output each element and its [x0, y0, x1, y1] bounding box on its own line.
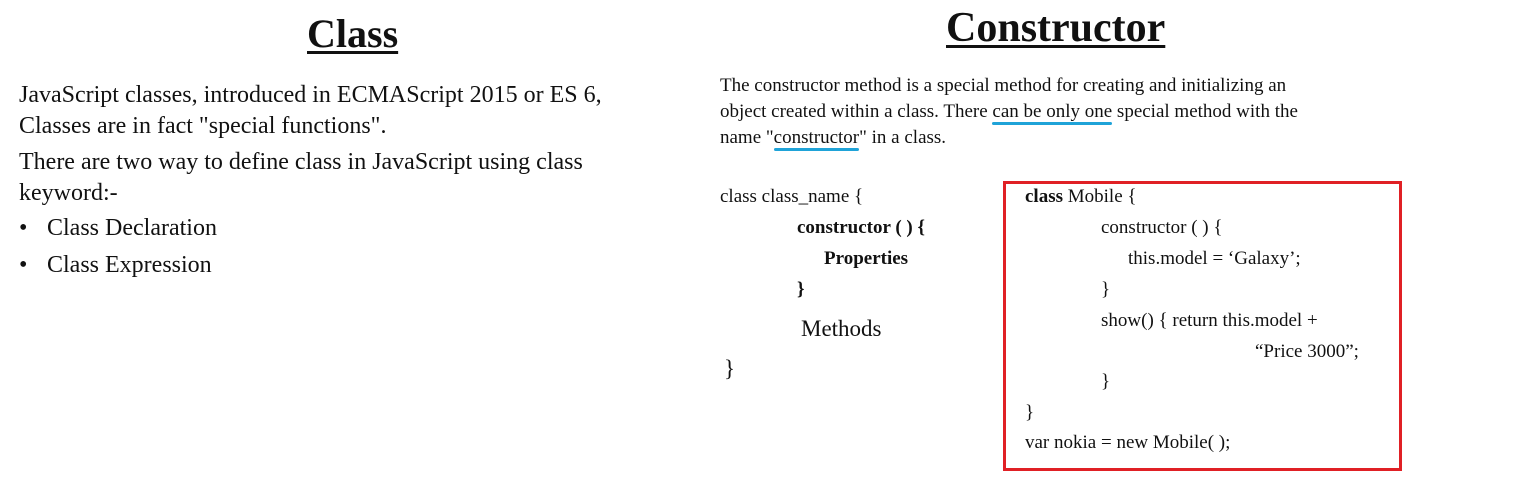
syntax-line-close-constructor: }	[797, 279, 805, 300]
highlight-constructor: constructor	[773, 127, 860, 148]
desc-text: name "	[720, 127, 774, 148]
constructor-desc-line-2: object created within a class. There can…	[720, 99, 1298, 125]
desc-text: " in a class.	[859, 127, 947, 148]
code-line-this-model: this.model = ‘Galaxy’;	[1128, 248, 1301, 269]
class-intro-line-1: JavaScript classes, introduced in ECMASc…	[19, 82, 602, 108]
code-line-price: “Price 3000”;	[1255, 341, 1359, 362]
bullet-icon: •	[19, 215, 28, 241]
bullet-icon: •	[19, 252, 28, 278]
code-line-close-constructor: }	[1101, 279, 1111, 300]
syntax-line-constructor: constructor ( ) {	[797, 217, 925, 238]
constructor-desc-line-3: name "constructor" in a class.	[720, 125, 946, 151]
desc-text: object created within a class. There	[720, 101, 993, 122]
code-line-constructor: constructor ( ) {	[1101, 217, 1223, 238]
syntax-line-class: class class_name {	[720, 186, 864, 207]
code-text: Mobile {	[1063, 186, 1137, 207]
class-intro-line-2: Classes are in fact "special functions".	[19, 113, 387, 139]
class-define-line-1: There are two way to define class in Jav…	[19, 149, 583, 175]
bullet-label: Class Declaration	[47, 215, 217, 241]
syntax-line-methods: Methods	[801, 316, 882, 341]
code-line-class-mobile: class Mobile {	[1025, 186, 1137, 208]
constructor-title: Constructor	[946, 5, 1166, 51]
code-line-close-class: }	[1025, 402, 1035, 423]
highlight-can-be-only-one: can be only one	[992, 101, 1113, 122]
class-define-line-2: keyword:-	[19, 180, 118, 206]
class-title: Class	[307, 11, 399, 56]
syntax-line-properties: Properties	[824, 248, 909, 269]
class-define-paragraph: There are two way to define class in Jav…	[19, 147, 583, 209]
desc-text: special method with the	[1112, 101, 1298, 122]
constructor-desc-line-1: The constructor method is a special meth…	[720, 75, 1287, 96]
code-line-close-show: }	[1101, 371, 1111, 392]
code-line-show: show() { return this.model +	[1101, 310, 1318, 331]
syntax-line-close-class: }	[724, 356, 736, 381]
code-keyword: class	[1025, 186, 1063, 207]
code-line-new-mobile: var nokia = new Mobile( );	[1025, 432, 1231, 453]
bullet-label: Class Expression	[47, 252, 212, 278]
class-intro-paragraph: JavaScript classes, introduced in ECMASc…	[19, 80, 602, 142]
